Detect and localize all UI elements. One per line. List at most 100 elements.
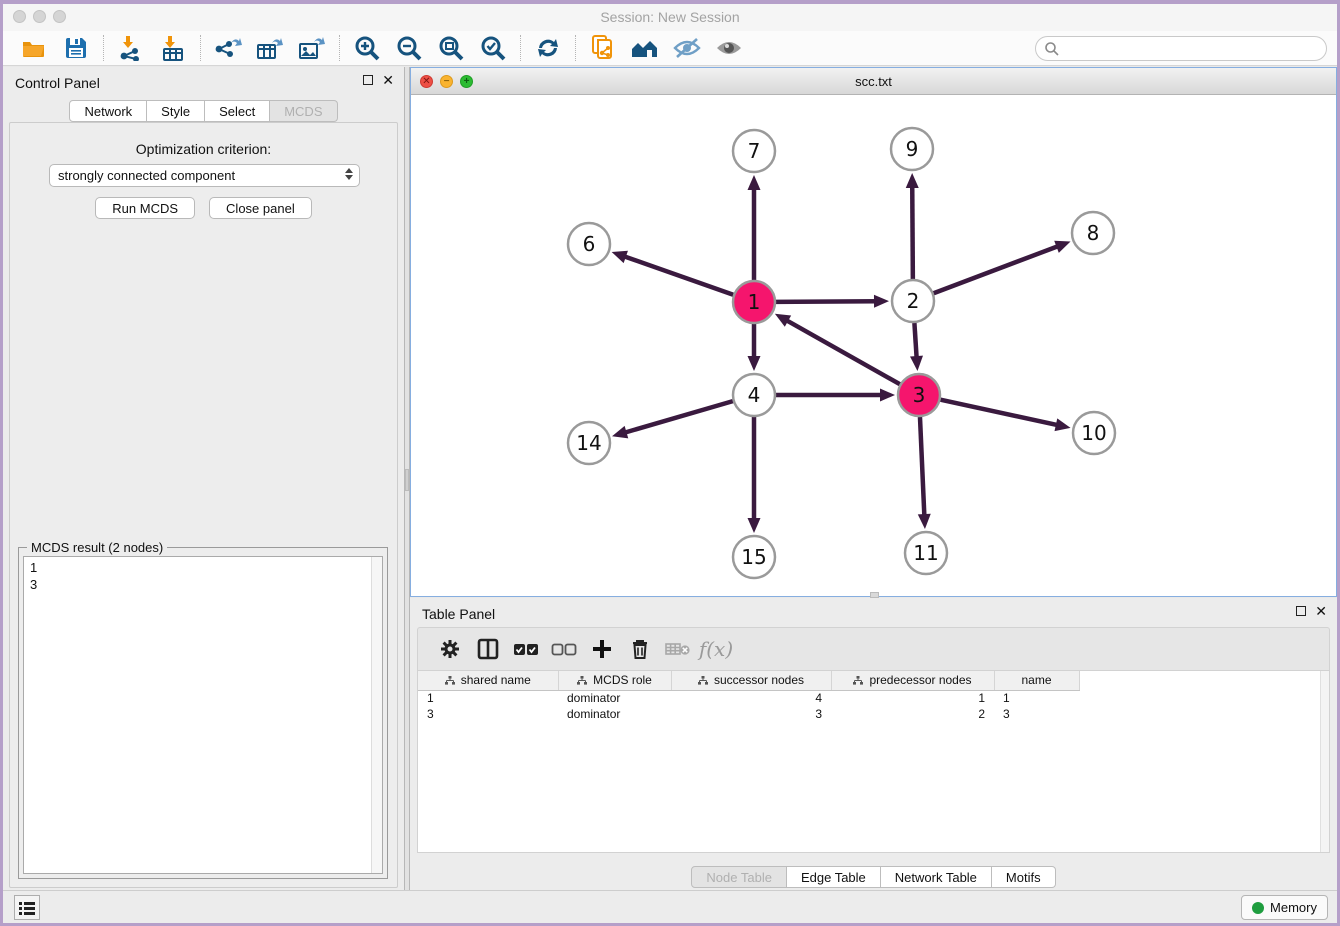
network-view-window: ✕ − + scc.txt 7968124314101511 — [410, 67, 1337, 597]
graph-edge-arrowhead — [910, 356, 923, 371]
graph-edge-arrowhead — [748, 175, 761, 190]
hierarchy-icon — [853, 676, 863, 685]
column-header[interactable]: predecessor nodes — [831, 671, 994, 690]
table-cell[interactable]: dominator — [558, 706, 671, 722]
graph-edge-3-11[interactable] — [920, 417, 924, 518]
close-panel-icon[interactable]: ✕ — [1315, 606, 1327, 616]
open-session-icon[interactable] — [17, 33, 51, 63]
table-cell[interactable]: 1 — [994, 690, 1079, 706]
zoom-selected-icon[interactable] — [476, 33, 510, 63]
close-panel-icon[interactable]: ✕ — [382, 75, 394, 85]
refresh-icon[interactable] — [531, 33, 565, 63]
table-cell[interactable]: 4 — [671, 690, 831, 706]
split-columns-icon[interactable] — [470, 634, 506, 664]
tab-network-table[interactable]: Network Table — [881, 866, 992, 888]
table-scrollbar[interactable] — [1320, 671, 1329, 852]
task-history-button[interactable] — [14, 895, 40, 920]
select-all-icon[interactable] — [508, 634, 544, 664]
tab-select[interactable]: Select — [205, 100, 270, 122]
network-window-title: scc.txt — [411, 74, 1336, 89]
criterion-select[interactable]: strongly connected component — [49, 164, 360, 187]
show-all-icon[interactable] — [712, 33, 746, 63]
workspace: Control Panel ✕ Network Style Select MCD… — [3, 67, 1337, 897]
hide-selected-icon[interactable] — [670, 33, 704, 63]
export-network-icon[interactable] — [211, 33, 245, 63]
network-graph[interactable]: 7968124314101511 — [411, 95, 1336, 596]
deselect-all-icon[interactable] — [546, 634, 582, 664]
memory-status-icon — [1252, 902, 1264, 914]
graph-node-label: 11 — [913, 541, 938, 565]
new-network-from-selection-icon[interactable] — [586, 33, 620, 63]
first-neighbors-icon[interactable] — [628, 33, 662, 63]
float-panel-icon[interactable] — [1296, 606, 1306, 616]
graph-edge-3-1[interactable] — [784, 319, 899, 384]
graph-edge-3-10[interactable] — [940, 400, 1059, 426]
graph-edge-1-6[interactable] — [622, 256, 733, 295]
tab-node-table[interactable]: Node Table — [691, 866, 787, 888]
zoom-out-icon[interactable] — [392, 33, 426, 63]
table-cell[interactable]: 1 — [418, 690, 558, 706]
memory-button[interactable]: Memory — [1241, 895, 1328, 920]
table-panel: Table Panel ✕ — [410, 598, 1337, 897]
toolbar-separator — [575, 35, 576, 61]
graph-edge-arrowhead — [748, 356, 761, 371]
table-cell[interactable]: 2 — [831, 706, 994, 722]
graph-node-label: 9 — [906, 137, 919, 161]
column-header[interactable]: successor nodes — [671, 671, 831, 690]
gear-icon[interactable] — [432, 634, 468, 664]
delete-column-icon[interactable] — [622, 634, 658, 664]
result-scrollbar[interactable] — [371, 557, 382, 873]
import-table-icon[interactable] — [156, 33, 190, 63]
zoom-fit-icon[interactable] — [434, 33, 468, 63]
graph-edge-2-3[interactable] — [914, 323, 916, 360]
save-session-icon[interactable] — [59, 33, 93, 63]
add-column-icon[interactable] — [584, 634, 620, 664]
graph-edge-arrowhead — [906, 173, 919, 188]
delete-table-icon[interactable] — [660, 634, 696, 664]
node-table: shared nameMCDS rolesuccessor nodesprede… — [417, 671, 1330, 853]
toolbar-separator — [103, 35, 104, 61]
control-panel-title: Control Panel — [15, 75, 100, 91]
table-cell[interactable]: 3 — [418, 706, 558, 722]
tab-mcds[interactable]: MCDS — [270, 100, 337, 122]
table-cell[interactable]: 3 — [671, 706, 831, 722]
graph-node-label: 2 — [907, 289, 920, 313]
import-network-icon[interactable] — [114, 33, 148, 63]
search-input[interactable] — [1035, 36, 1327, 61]
graph-edge-4-14[interactable] — [623, 401, 733, 433]
graph-edge-2-8[interactable] — [934, 245, 1061, 293]
table-panel-header: Table Panel ✕ — [410, 598, 1337, 628]
mcds-result-text[interactable]: 1 3 — [23, 556, 383, 874]
table-cell[interactable]: 1 — [831, 690, 994, 706]
tab-motifs[interactable]: Motifs — [992, 866, 1056, 888]
run-mcds-button[interactable]: Run MCDS — [95, 197, 195, 219]
table-row[interactable]: 1dominator411 — [418, 690, 1079, 706]
hierarchy-icon — [577, 676, 587, 685]
tab-style[interactable]: Style — [147, 100, 205, 122]
tab-network[interactable]: Network — [69, 100, 147, 122]
network-canvas[interactable]: 7968124314101511 — [411, 95, 1336, 596]
column-header[interactable]: MCDS role — [558, 671, 671, 690]
graph-edge-arrowhead — [748, 518, 761, 533]
network-window-titlebar[interactable]: ✕ − + scc.txt — [411, 68, 1336, 95]
graph-node-label: 10 — [1081, 421, 1106, 445]
graph-node-label: 8 — [1087, 221, 1100, 245]
graph-edge-1-2[interactable] — [776, 301, 878, 302]
mcds-result-box: MCDS result (2 nodes) 1 3 — [18, 547, 388, 879]
export-image-icon[interactable] — [295, 33, 329, 63]
column-header[interactable]: shared name — [418, 671, 558, 690]
graph-edge-arrowhead — [1055, 418, 1071, 431]
table-row[interactable]: 3dominator323 — [418, 706, 1079, 722]
close-panel-button[interactable]: Close panel — [209, 197, 312, 219]
zoom-in-icon[interactable] — [350, 33, 384, 63]
optimization-criterion-label: Optimization criterion: — [10, 141, 397, 157]
column-header[interactable]: name — [994, 671, 1079, 690]
table-toolbar: f(x) — [417, 627, 1330, 671]
table-cell[interactable]: 3 — [994, 706, 1079, 722]
graph-edge-2-9[interactable] — [912, 184, 913, 279]
table-cell[interactable]: dominator — [558, 690, 671, 706]
float-panel-icon[interactable] — [363, 75, 373, 85]
tab-edge-table[interactable]: Edge Table — [787, 866, 881, 888]
splitter-handle[interactable] — [405, 469, 409, 491]
export-table-icon[interactable] — [253, 33, 287, 63]
